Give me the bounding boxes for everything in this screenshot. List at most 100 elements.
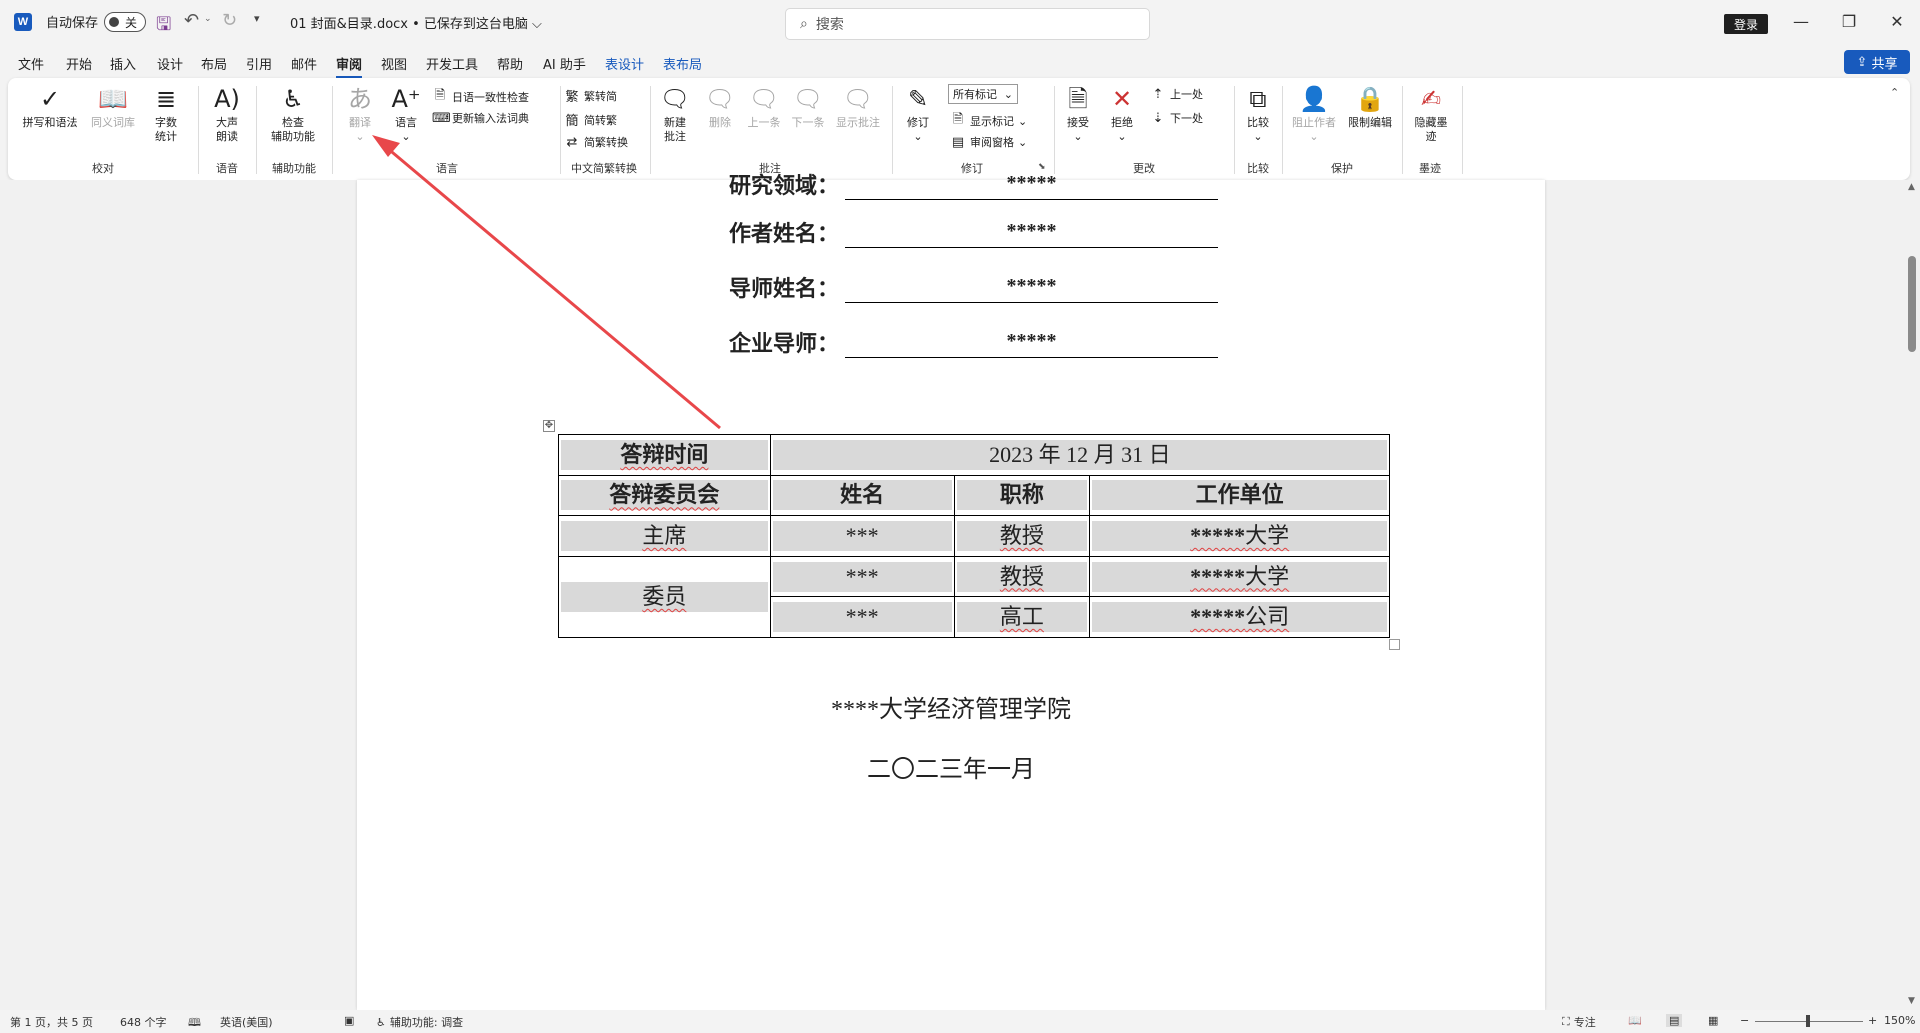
- new-comment-button[interactable]: 🗨 新建 批注: [654, 84, 696, 144]
- update-ime-button[interactable]: ⌨ 更新输入法词典: [432, 110, 529, 126]
- tab-developer[interactable]: 开发工具: [426, 54, 478, 73]
- focus-mode[interactable]: ⛶ 专注: [1562, 1014, 1596, 1030]
- track-changes-button[interactable]: ✎ 修订 ⌄: [898, 84, 938, 144]
- table-cell[interactable]: ***: [769, 515, 955, 557]
- undo-icon[interactable]: ↶: [184, 10, 199, 31]
- table-cell[interactable]: 教授: [953, 515, 1091, 557]
- share-button[interactable]: ⇪ 共享: [1844, 50, 1910, 74]
- collapse-ribbon-icon[interactable]: ⌃: [1890, 86, 1899, 99]
- tab-help[interactable]: 帮助: [497, 54, 523, 73]
- zoom-slider-knob[interactable]: [1806, 1015, 1810, 1027]
- table-cell[interactable]: *****公司: [1089, 596, 1390, 638]
- simp-to-trad-button[interactable]: 簡简转繁: [564, 110, 617, 130]
- table-cell[interactable]: 教授: [953, 555, 1091, 598]
- word-count-button[interactable]: ≣ 字数 统计: [146, 84, 186, 144]
- customize-qat-icon[interactable]: ▾: [254, 12, 260, 25]
- autosave-toggle[interactable]: 关: [104, 12, 146, 32]
- thesaurus-button[interactable]: 📖 同义词库: [88, 84, 138, 130]
- table-cell[interactable]: 主席: [558, 515, 771, 557]
- macro-icon[interactable]: ▣: [344, 1014, 354, 1027]
- reject-button[interactable]: ✕ 拒绝 ⌄: [1102, 84, 1142, 144]
- spelling-grammar-button[interactable]: ✓ 拼写和语法: [20, 84, 80, 130]
- compare-button[interactable]: ⧉ 比较 ⌄: [1238, 84, 1278, 144]
- save-icon[interactable]: 🖫: [156, 12, 171, 42]
- scrollbar-thumb[interactable]: [1908, 256, 1916, 352]
- table-cell[interactable]: 答辩委员会: [558, 474, 771, 517]
- next-comment-button[interactable]: 🗨 下一条: [788, 84, 828, 130]
- zoom-level[interactable]: 150%: [1884, 1014, 1915, 1027]
- table-cell[interactable]: ***: [769, 596, 955, 638]
- print-layout-icon[interactable]: ▤: [1666, 1014, 1683, 1027]
- zoom-in-icon[interactable]: +: [1868, 1014, 1877, 1027]
- table-resize-handle[interactable]: [1389, 639, 1400, 650]
- table-cell[interactable]: *****大学: [1089, 555, 1390, 598]
- read-aloud-button[interactable]: A) 大声 朗读: [204, 84, 250, 144]
- translate-button[interactable]: あ翻译 ⌄: [340, 84, 380, 144]
- tab-mailings[interactable]: 邮件: [291, 54, 317, 73]
- language-status[interactable]: 英语(美国): [220, 1014, 273, 1030]
- tab-view[interactable]: 视图: [381, 54, 407, 73]
- prev-comment-button[interactable]: 🗨 上一条: [744, 84, 784, 130]
- table-cell[interactable]: 委员: [558, 555, 771, 639]
- tab-insert[interactable]: 插入: [110, 54, 136, 73]
- proofing-icon[interactable]: 🕮: [188, 1014, 201, 1033]
- accessibility-status[interactable]: ♿ 辅助功能: 调查: [376, 1014, 463, 1030]
- tab-review[interactable]: 审阅: [336, 54, 363, 78]
- table-cell[interactable]: ***: [769, 555, 955, 598]
- maximize-button[interactable]: ❐: [1834, 12, 1864, 31]
- document-title[interactable]: 01 封面&目录.docx • 已保存到这台电脑 ⌵: [290, 13, 542, 32]
- minimize-button[interactable]: —: [1786, 12, 1816, 31]
- trad-to-simp-button[interactable]: 繁繁转简: [564, 86, 617, 106]
- web-layout-icon[interactable]: ▦: [1708, 1014, 1718, 1027]
- tab-table-design[interactable]: 表设计: [605, 54, 644, 73]
- language-button[interactable]: A⁺ 语言 ⌄: [386, 84, 426, 144]
- close-button[interactable]: ✕: [1882, 12, 1912, 31]
- tab-layout[interactable]: 布局: [201, 54, 227, 73]
- review-pane-icon: ▤: [951, 134, 965, 150]
- table-move-handle-icon[interactable]: ✥: [543, 420, 555, 432]
- tab-ai-assistant[interactable]: AI 助手: [543, 54, 586, 73]
- undo-dropdown-icon[interactable]: ⌄: [204, 14, 212, 24]
- redo-icon[interactable]: ↻: [222, 10, 237, 31]
- autosave-label: 自动保存: [46, 16, 99, 31]
- document-page[interactable]: 研究领域： ***** 作者姓名： ***** 导师姓名： ***** 企业导师： **…: [357, 172, 1545, 1010]
- table-cell[interactable]: 答辩时间: [558, 434, 771, 476]
- reject-label: 拒绝: [1111, 116, 1133, 129]
- table-cell[interactable]: 2023 年 12 月 31 日: [769, 434, 1391, 476]
- convert-button[interactable]: ⇄ 简繁转换: [564, 134, 628, 150]
- read-mode-icon[interactable]: 📖: [1628, 1014, 1642, 1027]
- defense-table[interactable]: 答辩时间 2023 年 12 月 31 日 答辩委员会 姓名 职称 工作单位 主…: [558, 434, 1391, 639]
- login-button[interactable]: 登录: [1724, 14, 1768, 34]
- prev-change-button[interactable]: ⇡ 上一处: [1150, 86, 1203, 102]
- review-pane-button[interactable]: ▤ 审阅窗格 ⌄: [950, 134, 1027, 150]
- tab-home[interactable]: 开始: [66, 54, 92, 73]
- table-cell[interactable]: 姓名: [769, 474, 955, 517]
- table-cell[interactable]: 工作单位: [1089, 474, 1390, 517]
- restrict-editing-button[interactable]: 🔒 限制编辑: [1344, 84, 1396, 130]
- table-cell[interactable]: *****大学: [1089, 515, 1390, 557]
- block-authors-button[interactable]: 👤 阻止作者 ⌄: [1288, 84, 1340, 144]
- tab-references[interactable]: 引用: [246, 54, 272, 73]
- page-count[interactable]: 第 1 页，共 5 页: [10, 1014, 93, 1030]
- focus-label: 专注: [1573, 1016, 1596, 1029]
- check-accessibility-button[interactable]: ♿ 检查 辅助功能: [258, 84, 328, 144]
- word-count[interactable]: 648 个字: [120, 1014, 167, 1030]
- zoom-out-icon[interactable]: −: [1740, 1014, 1749, 1027]
- tab-table-layout[interactable]: 表布局: [663, 54, 702, 73]
- tab-file[interactable]: 文件: [18, 54, 44, 73]
- japanese-consistency-button[interactable]: 🗎 日语一致性检查: [432, 86, 529, 108]
- scroll-up-icon[interactable]: ▲: [1908, 182, 1915, 192]
- chair-name: ***: [772, 520, 952, 551]
- next-change-button[interactable]: ⇣ 下一处: [1150, 110, 1203, 126]
- accept-button[interactable]: 🗎 接受 ⌄: [1058, 84, 1098, 144]
- delete-comment-button[interactable]: 🗨 删除: [700, 84, 740, 130]
- hide-ink-button[interactable]: ✍ 隐藏墨迹: [1406, 84, 1456, 144]
- search-box[interactable]: ⌕ 搜索: [785, 8, 1150, 40]
- show-comments-button[interactable]: 🗨 显示批注: [832, 84, 884, 130]
- table-cell[interactable]: 高工: [953, 596, 1091, 638]
- scroll-down-icon[interactable]: ▼: [1908, 996, 1915, 1006]
- markup-select[interactable]: 所有标记 ⌄: [948, 84, 1018, 104]
- table-cell[interactable]: 职称: [953, 474, 1091, 517]
- show-markup-button[interactable]: 🗎 显示标记 ⌄: [950, 110, 1027, 132]
- tab-design[interactable]: 设计: [157, 54, 183, 73]
